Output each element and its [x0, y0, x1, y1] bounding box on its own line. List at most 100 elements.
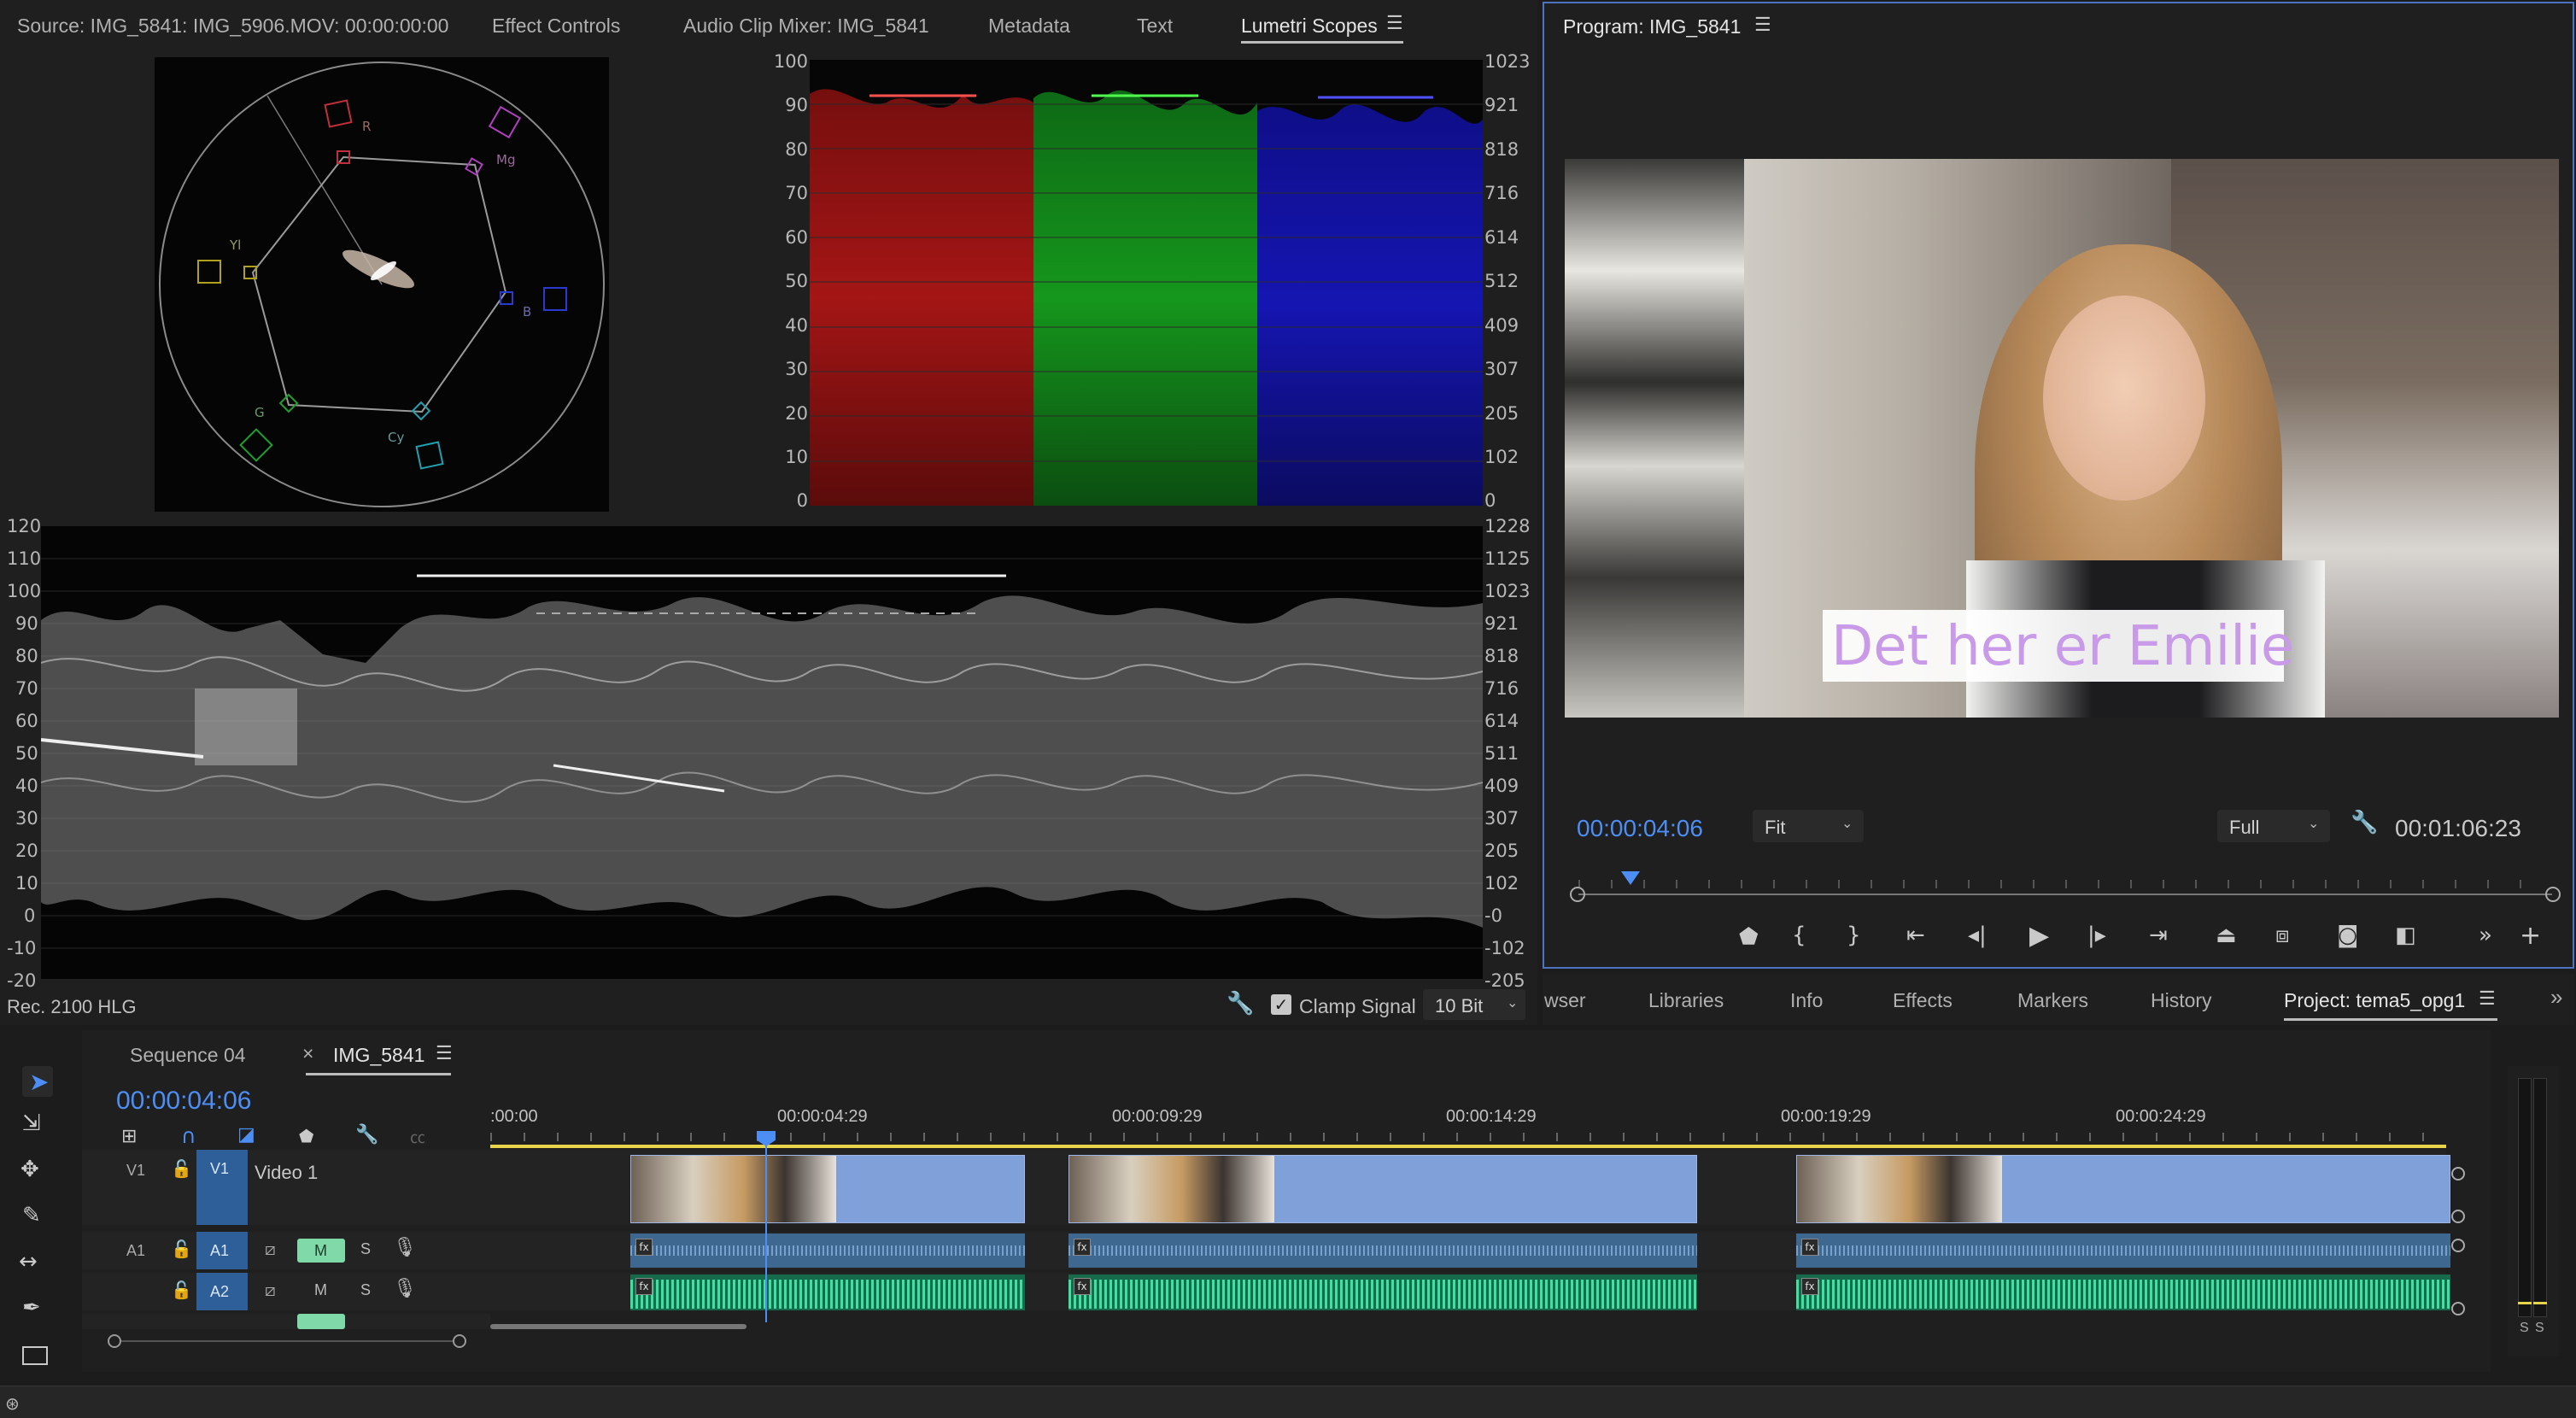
timeline-zoom-scrollbar[interactable]: [490, 1324, 746, 1329]
tab-metadata[interactable]: Metadata: [988, 15, 1070, 38]
step-back-icon[interactable]: ◂|: [1968, 923, 1987, 948]
wrench-icon[interactable]: 🔧: [1227, 991, 1254, 1017]
audio-clip-a2[interactable]: fx: [1068, 1274, 1697, 1310]
solo-button-a1[interactable]: S: [360, 1240, 371, 1258]
source-patch-a1[interactable]: A1: [196, 1232, 248, 1269]
track-end-handle[interactable]: [2451, 1302, 2465, 1315]
extract-icon[interactable]: ⧈: [2275, 923, 2290, 949]
meter-solo-left[interactable]: S: [2520, 1321, 2529, 1336]
more-icon[interactable]: »: [2479, 923, 2492, 948]
panel-menu-icon[interactable]: ☰: [2479, 987, 2496, 1010]
program-timecode[interactable]: 00:00:04:06: [1577, 815, 1703, 842]
source-patch-v1[interactable]: V1: [196, 1150, 248, 1225]
compare-icon[interactable]: ◧: [2395, 923, 2416, 948]
work-area-bar[interactable]: [490, 1145, 2446, 1148]
video-clip[interactable]: [1068, 1155, 1697, 1223]
track-end-handle[interactable]: [2451, 1167, 2465, 1181]
add-icon[interactable]: +: [2520, 921, 2541, 951]
linked-selection-icon[interactable]: ◪: [237, 1124, 255, 1146]
go-to-out-icon[interactable]: ⇥: [2149, 923, 2168, 948]
audio-clip-a2[interactable]: fx: [630, 1274, 1025, 1310]
tab-effects[interactable]: Effects: [1893, 989, 1952, 1012]
mark-in-icon[interactable]: {: [1792, 923, 1806, 948]
timeline-playhead[interactable]: [765, 1133, 767, 1322]
program-scrub-bar[interactable]: [1570, 871, 2561, 905]
tab-source[interactable]: Source: IMG_5841: IMG_5906.MOV: 00:00:00…: [17, 15, 448, 38]
slip-tool-icon[interactable]: ↔: [19, 1249, 38, 1274]
meter-solo-right[interactable]: S: [2535, 1321, 2544, 1336]
camera-icon[interactable]: ◙: [2337, 923, 2358, 948]
ripple-edit-tool-icon[interactable]: ✥: [20, 1157, 39, 1182]
razor-tool-icon[interactable]: ✎: [22, 1203, 41, 1228]
audio-clip-a1[interactable]: fx: [1068, 1233, 1697, 1268]
tab-img-5841[interactable]: IMG_5841: [333, 1044, 424, 1067]
scrub-end-handle[interactable]: [2545, 887, 2561, 902]
tab-project[interactable]: Project: tema5_opg1: [2284, 989, 2465, 1012]
tab-history[interactable]: History: [2151, 989, 2212, 1012]
fx-badge[interactable]: fx: [1801, 1239, 1818, 1256]
add-marker-icon[interactable]: ⬟: [299, 1126, 313, 1146]
tab-markers[interactable]: Markers: [2017, 989, 2088, 1012]
go-to-in-icon[interactable]: ⇤: [1906, 923, 1925, 948]
fx-badge[interactable]: fx: [635, 1278, 653, 1295]
source-patch-a2[interactable]: A2: [196, 1273, 248, 1310]
audio-clip-a1[interactable]: fx: [1796, 1233, 2450, 1268]
rectangle-tool-icon[interactable]: [22, 1346, 48, 1365]
program-video-frame[interactable]: Det her er Emilie: [1565, 159, 2559, 718]
step-forward-icon[interactable]: |▸: [2087, 923, 2106, 948]
tab-audio-clip-mixer[interactable]: Audio Clip Mixer: IMG_5841: [683, 15, 929, 38]
resolution-select[interactable]: Full ⌄: [2217, 810, 2330, 842]
microphone-icon[interactable]: 🎙: [393, 1278, 417, 1299]
tab-libraries[interactable]: Libraries: [1648, 989, 1724, 1012]
fx-badge[interactable]: fx: [1074, 1239, 1091, 1256]
timeline-settings-icon[interactable]: 🔧: [355, 1124, 378, 1146]
fit-select[interactable]: Fit ⌄: [1753, 810, 1864, 842]
tab-media-browser[interactable]: wser: [1544, 989, 1586, 1012]
mute-button-a3[interactable]: [297, 1314, 345, 1329]
marker-icon[interactable]: ⬟: [1739, 924, 1759, 950]
timeline-timecode[interactable]: 00:00:04:06: [116, 1087, 251, 1116]
panel-menu-icon[interactable]: ☰: [436, 1042, 453, 1064]
title-overlay-box[interactable]: Det her er Emilie: [1823, 610, 2294, 682]
scrub-start-handle[interactable]: [1570, 887, 1585, 902]
lock-icon[interactable]: 🔓: [171, 1280, 192, 1300]
track-end-handle[interactable]: [2451, 1239, 2465, 1252]
timeline-ruler[interactable]: :00:00 00:00:04:29 00:00:09:29 00:00:14:…: [490, 1107, 2446, 1150]
video-clip[interactable]: [630, 1155, 1025, 1223]
fx-badge[interactable]: fx: [1074, 1278, 1091, 1295]
clamp-signal-checkbox[interactable]: ✓: [1271, 994, 1291, 1015]
lock-icon[interactable]: 🔓: [171, 1239, 192, 1259]
fx-badge[interactable]: fx: [1801, 1278, 1818, 1295]
program-playhead[interactable]: [1621, 871, 1640, 885]
snap-magnet-icon[interactable]: ∩: [181, 1124, 196, 1148]
lock-icon[interactable]: 🔓: [171, 1158, 192, 1179]
mute-button-a2[interactable]: M: [314, 1281, 327, 1299]
play-icon[interactable]: ▶: [2029, 921, 2049, 951]
sync-lock-icon[interactable]: ⧄: [265, 1280, 276, 1300]
creative-cloud-icon[interactable]: ⊛: [5, 1393, 20, 1414]
sync-lock-icon[interactable]: ⧄: [265, 1239, 276, 1259]
more-panels-icon[interactable]: »: [2550, 984, 2562, 1011]
settings-wrench-icon[interactable]: 🔧: [2351, 810, 2378, 835]
tab-effect-controls[interactable]: Effect Controls: [492, 15, 620, 38]
panel-menu-icon[interactable]: ☰: [1754, 14, 1771, 36]
tab-text[interactable]: Text: [1137, 15, 1173, 38]
panel-menu-icon[interactable]: ☰: [1386, 12, 1403, 34]
pen-tool-icon[interactable]: ✒: [22, 1295, 41, 1321]
audio-clip-a1[interactable]: fx: [630, 1233, 1025, 1268]
captions-icon[interactable]: ㏄: [410, 1126, 425, 1148]
audio-clip-a2[interactable]: fx: [1796, 1274, 2450, 1310]
lift-icon[interactable]: ⏏: [2216, 923, 2237, 948]
tab-sequence-04[interactable]: Sequence 04: [130, 1044, 246, 1067]
mute-button-a1[interactable]: M: [297, 1239, 345, 1263]
selection-tool-icon[interactable]: ➤: [22, 1066, 53, 1097]
insert-sequence-icon[interactable]: ⊞: [121, 1126, 137, 1147]
mark-out-icon[interactable]: }: [1847, 923, 1861, 948]
track-end-handle[interactable]: [2451, 1210, 2465, 1223]
tab-lumetri-scopes[interactable]: Lumetri Scopes: [1241, 15, 1378, 38]
fx-badge[interactable]: fx: [635, 1239, 653, 1256]
solo-button-a2[interactable]: S: [360, 1281, 371, 1299]
close-icon[interactable]: ×: [302, 1042, 313, 1065]
bit-depth-select[interactable]: 10 Bit ⌄: [1423, 989, 1525, 1020]
tab-info[interactable]: Info: [1790, 989, 1823, 1012]
